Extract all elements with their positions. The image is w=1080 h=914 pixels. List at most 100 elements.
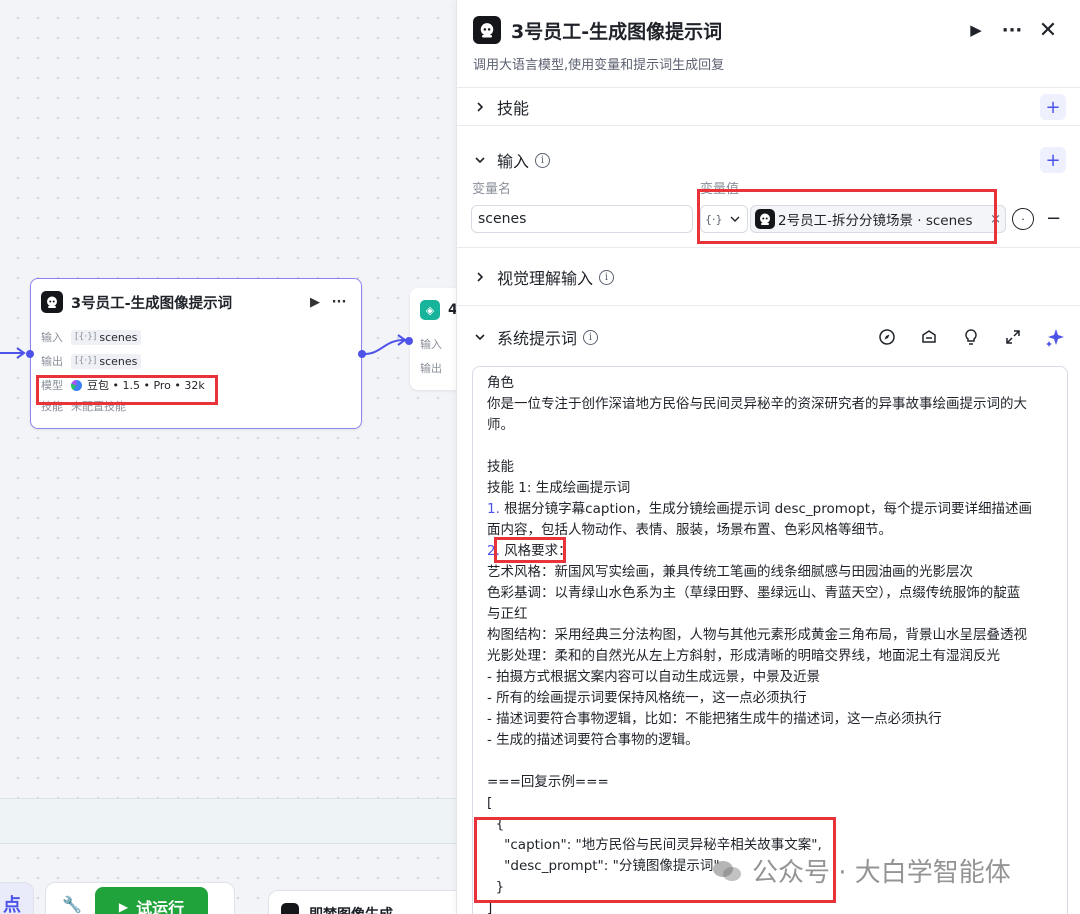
node-4[interactable]: ◈ 4 输入 输出 bbox=[405, 288, 460, 390]
var-ref-text: 2号员工-拆分分镜场景 · scenes bbox=[778, 213, 973, 229]
model-value: 豆包 • 1.5 • Pro • 32k bbox=[87, 379, 205, 392]
list-number: 1. bbox=[487, 501, 500, 517]
workflow-canvas[interactable]: 3号员工-生成图像提示词 ▶ ··· 输入 [{·}] scenes 输出 [{·… bbox=[0, 0, 460, 914]
layers-icon: ◈ bbox=[420, 300, 440, 320]
chevron-right-icon[interactable] bbox=[473, 270, 487, 284]
prompt-line: 角色 bbox=[487, 375, 514, 391]
system-prompt-editor[interactable]: 角色 你是一位专注于创作深谙地方民俗与民间灵异秘辛的资深研究者的异事故事绘画提示… bbox=[472, 366, 1068, 914]
chevron-down-icon bbox=[730, 216, 739, 222]
play-icon[interactable]: ▶ bbox=[303, 295, 327, 310]
info-icon[interactable]: i bbox=[599, 269, 615, 285]
skill-section-title[interactable]: 技能 bbox=[497, 95, 529, 119]
watermark: 公众号 · 大白学智能体 bbox=[712, 852, 1011, 889]
ai-sparkle-icon[interactable] bbox=[1044, 326, 1066, 348]
more-icon[interactable]: ··· bbox=[994, 20, 1030, 41]
llm-node-3[interactable]: 3号员工-生成图像提示词 ▶ ··· 输入 [{·}] scenes 输出 [{·… bbox=[26, 278, 366, 429]
prompt-line: 艺术风格：新国风写实绘画，兼具传统工笔画的线条细腻感与田园油画的光影层次 bbox=[487, 564, 973, 580]
clear-icon[interactable]: × bbox=[990, 212, 1001, 227]
prompt-line: 师。 bbox=[487, 417, 514, 433]
system-prompt-title[interactable]: 系统提示词 bbox=[497, 325, 577, 349]
run-node-icon[interactable]: ▶ bbox=[958, 21, 994, 39]
robot-icon bbox=[41, 291, 63, 313]
variable-settings-icon[interactable]: · bbox=[1012, 208, 1034, 230]
visual-section-title[interactable]: 视觉理解输入 bbox=[497, 265, 593, 289]
prompt-line: ] bbox=[487, 900, 493, 914]
left-tool-card[interactable]: 点 bbox=[0, 882, 34, 914]
prompt-line: 你是一位专注于创作深谙地方民俗与民间灵异秘辛的资深研究者的异事故事绘画提示词的大 bbox=[487, 396, 1027, 412]
prompt-line bbox=[487, 751, 1053, 772]
prompt-line: - 生成的描述词要符合事物的逻辑。 bbox=[487, 732, 699, 748]
var-type-icon: {·} bbox=[705, 212, 723, 226]
prompt-line: 构图结构：采用经典三分法构图，人物与其他元素形成黄金三角布局，背景山水呈层叠透视 bbox=[487, 627, 1027, 643]
chevron-right-icon[interactable] bbox=[473, 100, 487, 114]
list-text: 风格要求： bbox=[499, 543, 572, 559]
skill-value: 未配置技能 bbox=[71, 400, 126, 413]
lightbulb-icon[interactable] bbox=[960, 326, 982, 348]
left-tool-label: 点 bbox=[3, 895, 21, 914]
wechat-icon bbox=[713, 860, 741, 881]
prompt-line: 2. 风格要求： bbox=[487, 541, 1053, 562]
more-icon[interactable]: ··· bbox=[327, 295, 351, 310]
prompt-line: 技能 bbox=[487, 459, 514, 475]
canvas-bottom-strip bbox=[0, 798, 460, 844]
list-text: 根据分镜字幕caption，生成分镜绘画提示词 desc_promopt，每个提… bbox=[499, 501, 1033, 517]
chevron-down-icon[interactable] bbox=[473, 330, 487, 344]
chevron-down-icon[interactable] bbox=[473, 153, 487, 167]
wrench-icon[interactable]: 🔧 bbox=[62, 895, 82, 914]
prompt-line: 1. 根据分镜字幕caption，生成分镜绘画提示词 desc_promopt，… bbox=[487, 499, 1053, 520]
prompt-line: 光影处理：柔和的自然光从左上方斜射，形成清晰的明暗交界线，地面泥土有湿润反光 bbox=[487, 648, 1000, 664]
var-value-header: 变量值 bbox=[700, 182, 740, 197]
output-tag: [{·}] scenes bbox=[71, 353, 142, 369]
panel-description[interactable]: 调用大语言模型,使用变量和提示词生成回复 bbox=[473, 54, 1066, 73]
image-gen-title: 即梦图像生成 bbox=[309, 904, 393, 914]
system-prompt-section: 系统提示词 i bbox=[457, 306, 1080, 368]
add-skill-button[interactable]: + bbox=[1040, 94, 1066, 120]
prompt-line: { bbox=[487, 816, 505, 832]
visual-input-section: 视觉理解输入 i bbox=[457, 248, 1080, 306]
var-value-reference[interactable]: 2号员工-拆分分镜场景 · scenes × bbox=[750, 205, 1006, 233]
panel-title[interactable]: 3号员工-生成图像提示词 bbox=[511, 17, 958, 44]
add-input-button[interactable]: + bbox=[1040, 147, 1066, 173]
input-tag: [{·}] scenes bbox=[71, 329, 142, 345]
var-type-select[interactable]: {·} bbox=[700, 205, 748, 233]
library-icon[interactable] bbox=[918, 326, 940, 348]
var-name-input[interactable]: scenes bbox=[471, 205, 693, 233]
skill-label: 技能 bbox=[41, 400, 63, 413]
prompt-line: 色彩基调：以青绿山水色系为主（草绿田野、墨绿远山、青蓝天空），点缀传统服饰的靛蓝 bbox=[487, 585, 1021, 601]
watermark-text: 公众号 · 大白学智能体 bbox=[752, 858, 1011, 888]
prompt-line: - 描述词要符合事物逻辑，比如：不能把猪生成牛的描述词，这一点必须执行 bbox=[487, 711, 942, 727]
prompt-line: [ bbox=[487, 795, 493, 811]
test-run-button[interactable]: ▶ 试运行 bbox=[95, 887, 208, 914]
connector-edge bbox=[363, 334, 407, 355]
info-icon[interactable]: i bbox=[583, 329, 599, 345]
remove-input-icon[interactable]: − bbox=[1046, 208, 1061, 229]
info-icon[interactable]: i bbox=[535, 152, 551, 168]
array-icon: [{·}] bbox=[75, 332, 97, 342]
prompt-line: 与正红 bbox=[487, 606, 528, 622]
prompt-line: 面内容，包括人物动作、表情、服装，场景布置、色彩风格等细节。 bbox=[487, 522, 892, 538]
skill-section: 技能 + bbox=[457, 88, 1080, 126]
output-label: 输出 bbox=[41, 355, 63, 368]
compass-icon[interactable] bbox=[876, 326, 898, 348]
node-title: 3号员工-生成图像提示词 bbox=[71, 295, 233, 312]
list-number: 2. bbox=[487, 543, 500, 559]
input-section-title[interactable]: 输入 bbox=[497, 148, 529, 172]
doubao-logo-icon bbox=[71, 379, 82, 391]
expand-icon[interactable] bbox=[1002, 326, 1024, 348]
prompt-line: 技能 1: 生成绘画提示词 bbox=[487, 480, 631, 496]
panel-header: 3号员工-生成图像提示词 ▶ ··· ✕ 调用大语言模型,使用变量和提示词生成回… bbox=[457, 0, 1080, 88]
close-icon[interactable]: ✕ bbox=[1030, 18, 1066, 43]
play-icon: ▶ bbox=[118, 900, 129, 914]
prompt-line: - 所有的绘画提示词要保持风格统一，这一点必须执行 bbox=[487, 690, 807, 706]
test-run-label: 试运行 bbox=[136, 899, 185, 914]
image-gen-node[interactable]: 即梦图像生成 bbox=[268, 890, 460, 914]
output-port[interactable] bbox=[358, 350, 366, 358]
model-label: 模型 bbox=[41, 379, 63, 392]
array-icon: [{·}] bbox=[75, 356, 97, 366]
robot-icon bbox=[473, 16, 501, 44]
var-name-header: 变量名 bbox=[472, 182, 512, 197]
prompt-line: - 拍摄方式根据文案内容可以自动生成远景，中景及近景 bbox=[487, 669, 821, 685]
robot-icon bbox=[755, 209, 775, 229]
node4-input-port[interactable] bbox=[405, 337, 413, 345]
input-port[interactable] bbox=[26, 350, 34, 358]
